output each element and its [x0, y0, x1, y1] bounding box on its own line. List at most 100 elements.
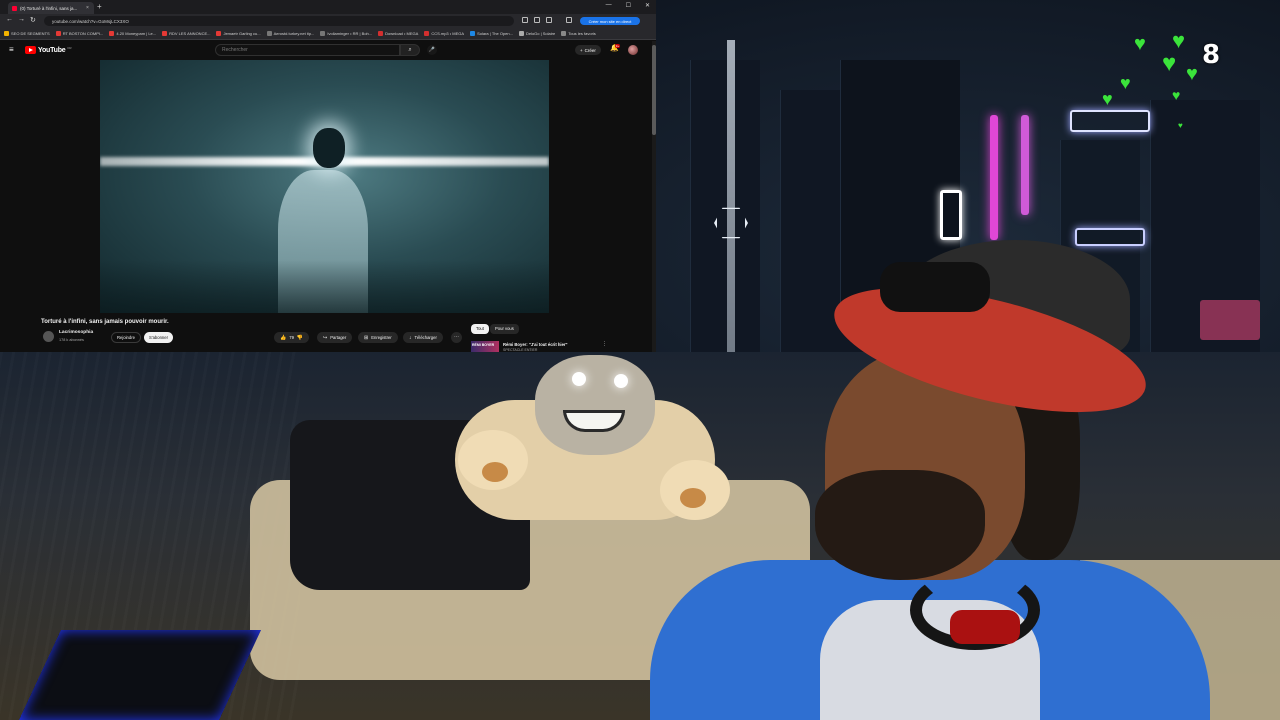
recommendation-subtitle: SPECTACLE ENTIER — [503, 348, 538, 352]
bookmark-item[interactable]: RT BOSTON COMPI... — [55, 31, 103, 36]
more-actions-icon[interactable]: ⋯ — [451, 332, 462, 343]
headset-earcup — [950, 610, 1020, 644]
share-button[interactable]: ↪ Partager — [317, 332, 353, 343]
bookmark-item[interactable]: Download • MEGA — [378, 31, 418, 36]
sidebar-icon[interactable] — [566, 17, 572, 23]
youtube-favicon-icon — [12, 5, 17, 11]
thumbs-up-icon[interactable]: 👍 — [280, 335, 286, 341]
channel-subscribers: 178 k abonnés — [59, 338, 84, 342]
folder-icon — [561, 31, 567, 36]
back-button[interactable]: ← — [6, 16, 13, 23]
promo-button[interactable]: Créer mon site en direct — [580, 17, 640, 25]
bookmark-item[interactable]: SEO DE SEGMENTS — [4, 31, 50, 36]
create-button[interactable]: + Créer — [575, 45, 601, 55]
video-figure-head — [313, 128, 345, 168]
recommendation-menu-icon[interactable]: ⋮ — [602, 341, 607, 347]
menu-icon[interactable]: ≡ — [9, 46, 14, 54]
microphone-icon[interactable]: 🎤 — [427, 45, 437, 55]
like-dislike-group: 👍 79 👎 — [274, 332, 310, 343]
cast-icon[interactable] — [522, 17, 528, 23]
save-icon: ⊞ — [364, 334, 369, 341]
browser-toolbar: ← → ↻ youtube.com/watch?v=GoMsjLCX3XO Cr… — [0, 14, 656, 28]
bookmark-item[interactable]: Ivoliaminger • RR | Boh... — [320, 31, 372, 36]
window-controls: — ☐ ✕ — [606, 2, 650, 9]
thumbnail-text: RÉMI BOYER — [472, 343, 495, 347]
search-icon[interactable]: ⌕ — [400, 44, 420, 56]
bookmark-item[interactable]: CCS.mp3 • MEGA — [424, 31, 464, 36]
bookmark-icon — [424, 31, 430, 36]
country-code: FR — [67, 46, 72, 50]
bookmark-star-icon[interactable] — [534, 17, 540, 23]
bookmark-item[interactable]: 4.20 Moneypam | Le... — [109, 31, 156, 36]
chip-all[interactable]: Tout — [471, 324, 489, 334]
page-scrollbar[interactable] — [652, 41, 656, 352]
youtube-page: ≡ YouTube FR Rechercher ⌕ 🎤 + Créer 🔔 9+ — [0, 41, 652, 352]
share-label: Partager — [330, 335, 347, 340]
bookmark-icon — [162, 31, 168, 36]
bookmark-icon — [470, 31, 476, 36]
heart-icon: ♥ — [1172, 28, 1186, 53]
puppet-eye — [572, 372, 586, 386]
download-button[interactable]: ↓ Télécharger — [403, 332, 443, 343]
thumbs-down-icon[interactable]: 👎 — [297, 335, 303, 341]
bookmark-item[interactable]: Aerostd.turkey.net tip... — [266, 31, 314, 36]
new-tab-button[interactable]: + — [97, 2, 102, 12]
tab-bar: (0) Torturé à l'infini, sans ja... × + —… — [0, 0, 656, 14]
scroll-thumb[interactable] — [652, 45, 656, 135]
bookmarks-bar: SEO DE SEGMENTS RT BOSTON COMPI... 4.20 … — [0, 28, 656, 40]
neon-sign — [1075, 228, 1145, 246]
youtube-logo[interactable]: YouTube FR — [25, 46, 72, 54]
subscribe-button[interactable]: S'abonner — [144, 332, 173, 343]
minimize-button[interactable]: — — [606, 2, 612, 9]
url-text: youtube.com/watch?v=GoMsjLCX3XO — [52, 18, 129, 24]
heart-icon: ♥ — [1162, 50, 1177, 77]
download-label: Télécharger — [414, 335, 437, 340]
bookmark-icon — [216, 31, 222, 36]
stream-frame: ♥ ♥ ♥ ♥ ♥ ♥ ♥ ♥ 8 (0) Torturé à l'infini… — [0, 0, 1280, 720]
bookmark-icon — [4, 31, 9, 36]
heart-icon: ♥ — [1178, 121, 1183, 130]
channel-avatar[interactable] — [43, 331, 54, 342]
browser-window: (0) Torturé à l'infini, sans ja... × + —… — [0, 0, 656, 352]
video-player[interactable] — [100, 60, 549, 313]
reload-button[interactable]: ↻ — [30, 16, 36, 24]
streamer-beard — [815, 470, 985, 580]
extensions-icon[interactable] — [546, 17, 552, 23]
forward-button[interactable]: → — [18, 16, 25, 23]
search-input[interactable]: Rechercher — [215, 44, 400, 56]
save-button[interactable]: ⊞ Enregistrer — [358, 332, 398, 343]
channel-name[interactable]: Lacrimosophia — [59, 330, 93, 335]
like-count: 79 — [289, 335, 294, 340]
hat-goggles — [880, 262, 990, 312]
close-icon[interactable]: × — [86, 5, 89, 11]
address-bar[interactable]: youtube.com/watch?v=GoMsjLCX3XO — [44, 16, 514, 26]
video-title: Torturé à l'infini, sans jamais pouvoir … — [41, 319, 169, 325]
share-icon: ↪ — [323, 334, 328, 341]
neon-billboard — [1200, 300, 1260, 340]
viewer-count: 8 — [1202, 40, 1221, 70]
close-window-button[interactable]: ✕ — [645, 2, 650, 9]
account-avatar[interactable] — [628, 45, 638, 55]
download-icon: ↓ — [409, 334, 412, 341]
bookmark-item[interactable]: DeloGo | Solaire — [518, 31, 555, 36]
bookmark-icon — [378, 31, 384, 36]
youtube-play-icon — [25, 46, 36, 54]
video-shadow — [100, 260, 549, 313]
create-label: Créer — [584, 47, 596, 53]
bookmark-item[interactable]: Jemaetr Garling cu... — [216, 31, 261, 36]
bookmark-icon — [266, 31, 272, 36]
plush-paw-pad — [680, 488, 706, 508]
tab-youtube[interactable]: (0) Torturé à l'infini, sans ja... × — [8, 2, 94, 14]
bookmark-item[interactable]: Tous les favoris — [561, 31, 596, 36]
chip-for-you[interactable]: Pour vous — [490, 324, 519, 334]
bookmark-item[interactable]: Solara | The Open... — [470, 31, 513, 36]
maximize-button[interactable]: ☐ — [626, 2, 631, 9]
bookmark-icon — [518, 31, 524, 36]
bookmark-item[interactable]: RDV LES ANNONCE... — [162, 31, 210, 36]
heart-icon: ♥ — [1186, 63, 1198, 85]
bookmark-icon — [109, 31, 115, 36]
heart-icon: ♥ — [1120, 73, 1131, 93]
recommendation-title[interactable]: Rémi Boyer: "J'ai tout écrit hier" — [503, 342, 568, 347]
join-button[interactable]: Rejoindre — [111, 332, 141, 343]
neon-strip — [990, 115, 998, 240]
